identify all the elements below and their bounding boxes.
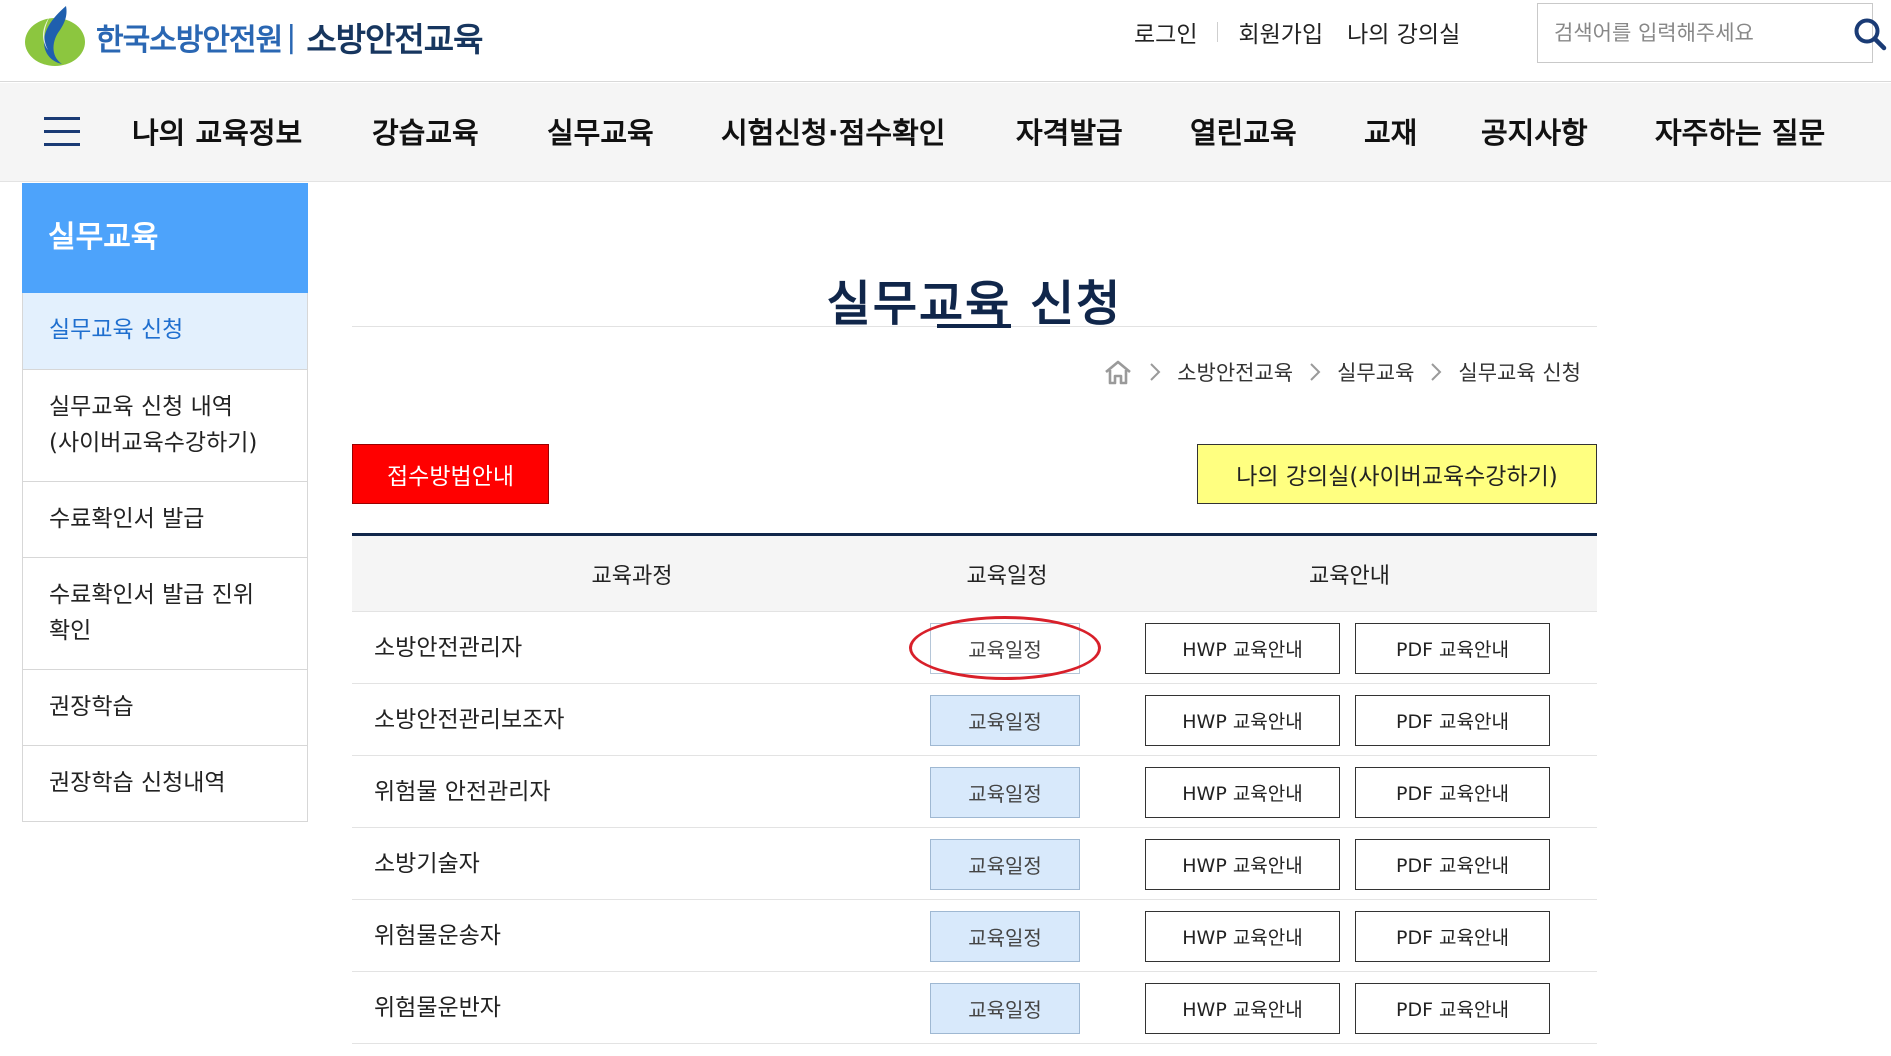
chevron-right-icon xyxy=(1149,362,1161,382)
schedule-button[interactable]: 교육일정 xyxy=(930,767,1080,818)
logo-site-name: 소방안전교육 xyxy=(306,20,483,59)
table-row: 소방안전관리자 교육일정 HWP 교육안내 PDF 교육안내 xyxy=(352,612,1597,684)
hwp-guide-button[interactable]: HWP 교육안내 xyxy=(1145,695,1340,746)
course-name: 소방안전관리자 xyxy=(374,635,523,661)
main-navigation: 나의 교육정보 강습교육 실무교육 시험신청·점수확인 자격발급 열린교육 교재… xyxy=(0,83,1891,182)
pdf-guide-button[interactable]: PDF 교육안내 xyxy=(1355,767,1550,818)
schedule-button[interactable]: 교육일정 xyxy=(930,695,1080,746)
pdf-guide-button[interactable]: PDF 교육안내 xyxy=(1355,839,1550,890)
breadcrumb-section[interactable]: 실무교육 xyxy=(1337,357,1414,387)
table-row: 위험물 안전관리자 교육일정 HWP 교육안내 PDF 교육안내 xyxy=(352,756,1597,828)
search-icon xyxy=(1854,18,1887,51)
hwp-guide-button[interactable]: HWP 교육안내 xyxy=(1145,767,1340,818)
hamburger-menu-icon[interactable] xyxy=(44,117,80,147)
pdf-guide-button[interactable]: PDF 교육안내 xyxy=(1355,695,1550,746)
breadcrumb: 소방안전교육 실무교육 실무교육 신청 xyxy=(1103,352,1581,392)
sidebar-item-apply[interactable]: 실무교육 신청 xyxy=(23,293,307,369)
title-accent-bar xyxy=(937,324,1011,328)
pdf-guide-button[interactable]: PDF 교육안내 xyxy=(1355,983,1550,1034)
search-input[interactable] xyxy=(1538,6,1808,60)
gnb-notice[interactable]: 공지사항 xyxy=(1481,109,1588,157)
gnb-certificate[interactable]: 자격발급 xyxy=(1016,109,1123,157)
schedule-button[interactable]: 교육일정 xyxy=(930,839,1080,890)
sidebar-item-recommended-history[interactable]: 권장학습 신청내역 xyxy=(23,745,307,821)
schedule-button[interactable]: 교육일정 xyxy=(930,911,1080,962)
course-name: 소방기술자 xyxy=(374,851,480,877)
logo-org-name: 한국소방안전원 xyxy=(96,23,283,58)
breadcrumb-site[interactable]: 소방안전교육 xyxy=(1177,357,1293,387)
search-box xyxy=(1537,3,1887,63)
chevron-right-icon xyxy=(1309,362,1321,382)
signup-link[interactable]: 회원가입 xyxy=(1238,15,1323,49)
logo-mark-icon xyxy=(25,6,85,66)
top-header: 한국소방안전원 | 소방안전교육 로그인 회원가입 나의 강의실 xyxy=(0,0,1891,82)
header-info: 교육안내 xyxy=(1309,563,1390,589)
chevron-right-icon xyxy=(1430,362,1442,382)
my-classroom-button[interactable]: 나의 강의실(사이버교육수강하기) xyxy=(1197,444,1597,504)
pdf-guide-button[interactable]: PDF 교육안내 xyxy=(1355,623,1550,674)
application-guide-button[interactable]: 접수방법안내 xyxy=(352,444,549,504)
gnb-textbook[interactable]: 교재 xyxy=(1364,109,1417,157)
table-row: 소방기술자 교육일정 HWP 교육안내 PDF 교육안내 xyxy=(352,828,1597,900)
gnb-lecture-education[interactable]: 강습교육 xyxy=(372,109,479,157)
breadcrumb-current[interactable]: 실무교육 신청 xyxy=(1458,357,1581,387)
search-button[interactable] xyxy=(1848,12,1891,56)
course-name: 위험물 안전관리자 xyxy=(374,779,551,805)
gnb-faq[interactable]: 자주하는 질문 xyxy=(1655,109,1825,157)
gnb-practical-education[interactable]: 실무교육 xyxy=(547,109,654,157)
sidebar: 실무교육 실무교육 신청 실무교육 신청 내역 (사이버교육수강하기) 수료확인… xyxy=(22,183,308,822)
gnb-my-education-info[interactable]: 나의 교육정보 xyxy=(132,109,302,157)
hwp-guide-button[interactable]: HWP 교육안내 xyxy=(1145,983,1340,1034)
sidebar-title: 실무교육 xyxy=(22,183,308,293)
course-name: 위험물운반자 xyxy=(374,995,501,1021)
pdf-guide-button[interactable]: PDF 교육안내 xyxy=(1355,911,1550,962)
login-link[interactable]: 로그인 xyxy=(1134,15,1197,49)
header-schedule: 교육일정 xyxy=(966,563,1048,589)
sidebar-menu: 실무교육 신청 실무교육 신청 내역 (사이버교육수강하기) 수료확인서 발급 … xyxy=(22,293,308,822)
table-row: 위험물운송자 교육일정 HWP 교육안내 PDF 교육안내 xyxy=(352,900,1597,972)
table-row: 소방안전관리보조자 교육일정 HWP 교육안내 PDF 교육안내 xyxy=(352,684,1597,756)
util-divider xyxy=(1217,22,1219,42)
course-table: 교육과정 교육일정 교육안내 소방안전관리자 교육일정 HWP 교육안내 PDF… xyxy=(352,533,1597,1044)
hwp-guide-button[interactable]: HWP 교육안내 xyxy=(1145,623,1340,674)
schedule-button[interactable]: 교육일정 xyxy=(930,983,1080,1034)
gnb-exam-score[interactable]: 시험신청·점수확인 xyxy=(721,109,945,157)
table-header: 교육과정 교육일정 교육안내 xyxy=(352,536,1597,612)
my-classroom-link[interactable]: 나의 강의실 xyxy=(1347,15,1460,49)
course-name: 위험물운송자 xyxy=(374,923,501,949)
site-logo[interactable]: 한국소방안전원 | 소방안전교육 xyxy=(22,2,502,72)
table-row: 위험물운반자 교육일정 HWP 교육안내 PDF 교육안내 xyxy=(352,972,1597,1044)
schedule-button[interactable]: 교육일정 xyxy=(930,623,1080,674)
header-course: 교육과정 xyxy=(591,563,673,589)
logo-separator: | xyxy=(286,19,297,55)
course-name: 소방안전관리보조자 xyxy=(374,707,565,733)
utility-links: 로그인 회원가입 나의 강의실 xyxy=(1134,14,1460,50)
gnb-open-education[interactable]: 열린교육 xyxy=(1190,109,1297,157)
sidebar-item-certificate[interactable]: 수료확인서 발급 xyxy=(23,481,307,557)
hwp-guide-button[interactable]: HWP 교육안내 xyxy=(1145,839,1340,890)
sidebar-item-certificate-verify[interactable]: 수료확인서 발급 진위 확인 xyxy=(23,557,307,669)
home-icon[interactable] xyxy=(1103,359,1133,385)
hwp-guide-button[interactable]: HWP 교육안내 xyxy=(1145,911,1340,962)
sidebar-item-apply-history[interactable]: 실무교육 신청 내역 (사이버교육수강하기) xyxy=(23,369,307,481)
sidebar-item-recommended[interactable]: 권장학습 xyxy=(23,669,307,745)
